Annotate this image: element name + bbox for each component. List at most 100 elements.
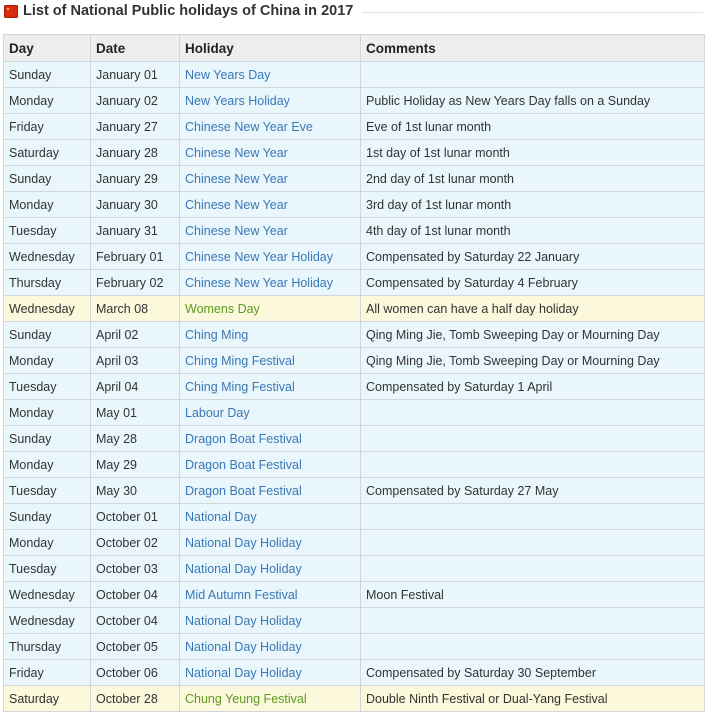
cell-date: October 04 (90, 607, 180, 634)
cell-day: Sunday (3, 425, 91, 452)
cell-date: March 08 (90, 295, 180, 322)
cell-holiday-link[interactable]: Ching Ming Festival (179, 373, 361, 400)
column-header-comments: Comments (360, 34, 705, 62)
table-row: Saturday January 28 Chinese New Year 1st da… (3, 139, 705, 166)
cell-comments (360, 529, 705, 556)
cell-holiday-link[interactable]: National Day Holiday (179, 529, 361, 556)
cell-day: Thursday (3, 633, 91, 660)
cell-day: Tuesday (3, 555, 91, 582)
cell-day: Wednesday (3, 607, 91, 634)
cell-comments: Qing Ming Jie, Tomb Sweeping Day or Mour… (360, 321, 705, 348)
cell-date: January 27 (90, 113, 180, 140)
table-row: Thursday October 05 National Day Holiday (3, 633, 705, 660)
cell-date: October 01 (90, 503, 180, 530)
cell-comments (360, 555, 705, 582)
cell-comments: 1st day of 1st lunar month (360, 139, 705, 166)
page-title: List of National Public holidays of Chin… (23, 3, 354, 19)
cell-date: January 31 (90, 217, 180, 244)
column-header-holiday: Holiday (179, 34, 361, 62)
cell-holiday-link[interactable]: Dragon Boat Festival (179, 425, 361, 452)
table-row: Monday January 30 Chinese New Year 3rd day … (3, 191, 705, 218)
cell-holiday-link[interactable]: Ching Ming Festival (179, 347, 361, 374)
cell-holiday-link[interactable]: Womens Day (179, 295, 361, 322)
cell-holiday-link[interactable]: New Years Holiday (179, 87, 361, 114)
cell-comments: Qing Ming Jie, Tomb Sweeping Day or Mour… (360, 347, 705, 374)
cell-holiday-link[interactable]: National Day Holiday (179, 607, 361, 634)
cell-holiday-link[interactable]: National Day Holiday (179, 555, 361, 582)
table-row: Sunday January 01 New Years Day (3, 61, 705, 88)
cell-holiday-link[interactable]: Dragon Boat Festival (179, 451, 361, 478)
cell-date: October 03 (90, 555, 180, 582)
cell-day: Friday (3, 659, 91, 686)
cell-holiday-link[interactable]: Labour Day (179, 399, 361, 426)
cell-comments (360, 633, 705, 660)
cell-day: Saturday (3, 139, 91, 166)
cell-holiday-link[interactable]: Chinese New Year (179, 217, 361, 244)
cell-holiday-link[interactable]: Mid Autumn Festival (179, 581, 361, 608)
cell-day: Tuesday (3, 373, 91, 400)
cell-day: Monday (3, 399, 91, 426)
table-row: Monday April 03 Ching Ming Festival Qing Mi… (3, 347, 705, 374)
table-row: Wednesday October 04 National Day Holiday (3, 607, 705, 634)
cell-date: April 04 (90, 373, 180, 400)
cell-day: Sunday (3, 61, 91, 88)
table-row: Monday January 02 New Years Holiday Public … (3, 87, 705, 114)
cell-day: Monday (3, 347, 91, 374)
cell-holiday-link[interactable]: Chinese New Year Holiday (179, 243, 361, 270)
cell-day: Wednesday (3, 243, 91, 270)
cell-holiday-link[interactable]: Chinese New Year (179, 139, 361, 166)
table-row: Saturday October 28 Chung Yeung Festival Do… (3, 685, 705, 712)
table-row: Thursday February 02 Chinese New Year Holi… (3, 269, 705, 296)
cell-date: October 02 (90, 529, 180, 556)
cell-day: Monday (3, 451, 91, 478)
cell-day: Friday (3, 113, 91, 140)
cell-date: April 02 (90, 321, 180, 348)
table-row: Monday October 02 National Day Holiday (3, 529, 705, 556)
cell-holiday-link[interactable]: Chinese New Year Eve (179, 113, 361, 140)
cell-day: Thursday (3, 269, 91, 296)
cell-comments: Compensated by Saturday 22 January (360, 243, 705, 270)
table-row: Sunday January 29 Chinese New Year 2nd day … (3, 165, 705, 192)
cell-day: Wednesday (3, 581, 91, 608)
cell-comments (360, 399, 705, 426)
cell-holiday-link[interactable]: Chinese New Year (179, 165, 361, 192)
title-divider (362, 12, 703, 13)
cell-comments: Compensated by Saturday 4 February (360, 269, 705, 296)
cell-date: January 02 (90, 87, 180, 114)
cell-day: Wednesday (3, 295, 91, 322)
china-flag-icon (4, 5, 18, 18)
cell-date: May 29 (90, 451, 180, 478)
cell-comments: All women can have a half day holiday (360, 295, 705, 322)
cell-date: February 01 (90, 243, 180, 270)
cell-comments: 2nd day of 1st lunar month (360, 165, 705, 192)
cell-holiday-link[interactable]: National Day (179, 503, 361, 530)
cell-comments: Double Ninth Festival or Dual-Yang Festi… (360, 685, 705, 712)
cell-day: Sunday (3, 321, 91, 348)
cell-date: May 30 (90, 477, 180, 504)
cell-holiday-link[interactable]: Chinese New Year (179, 191, 361, 218)
table-row: Tuesday May 30 Dragon Boat Festival Compens… (3, 477, 705, 504)
cell-day: Monday (3, 529, 91, 556)
cell-holiday-link[interactable]: Chung Yeung Festival (179, 685, 361, 712)
table-body: Sunday January 01 New Years Day Monday Janua… (3, 61, 705, 712)
table-header-row: Day Date Holiday Comments (3, 34, 705, 62)
cell-comments: Public Holiday as New Years Day falls on… (360, 87, 705, 114)
cell-holiday-link[interactable]: National Day Holiday (179, 633, 361, 660)
table-row: Sunday May 28 Dragon Boat Festival (3, 425, 705, 452)
cell-holiday-link[interactable]: Dragon Boat Festival (179, 477, 361, 504)
table-row: Wednesday February 01 Chinese New Year Hol… (3, 243, 705, 270)
table-row: Friday January 27 Chinese New Year Eve Eve … (3, 113, 705, 140)
cell-date: January 30 (90, 191, 180, 218)
cell-comments (360, 61, 705, 88)
cell-holiday-link[interactable]: National Day Holiday (179, 659, 361, 686)
cell-holiday-link[interactable]: Chinese New Year Holiday (179, 269, 361, 296)
cell-holiday-link[interactable]: Ching Ming (179, 321, 361, 348)
cell-day: Saturday (3, 685, 91, 712)
holidays-table: Day Date Holiday Comments Sunday January … (3, 34, 705, 712)
column-header-date: Date (90, 34, 180, 62)
cell-date: February 02 (90, 269, 180, 296)
cell-date: January 28 (90, 139, 180, 166)
cell-holiday-link[interactable]: New Years Day (179, 61, 361, 88)
cell-comments (360, 425, 705, 452)
cell-day: Tuesday (3, 477, 91, 504)
